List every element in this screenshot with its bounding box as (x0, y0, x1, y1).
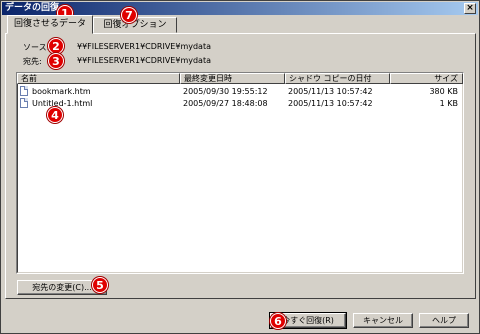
shadow-date-cell: 2005/11/13 10:57:42 (288, 99, 373, 108)
column-header-shadow-date[interactable]: シャドウ コピーの日付 (285, 73, 390, 84)
window-title: データの回復 (5, 3, 60, 13)
html-file-icon (20, 98, 28, 108)
cancel-button[interactable]: キャンセル (353, 313, 413, 328)
size-cell: 1 KB (439, 99, 458, 108)
html-file-icon (20, 86, 28, 96)
modified-cell: 2005/09/27 18:48:08 (183, 99, 268, 108)
file-name-cell: Untitled-1.html (17, 98, 180, 110)
source-label: ソース: (23, 43, 50, 52)
tab-restore-data[interactable]: 回復させるデータ (7, 15, 93, 34)
source-path: ¥¥FILESERVER1¥CDRIVE¥mydata (77, 42, 211, 51)
modified-cell: 2005/09/30 19:55:12 (183, 87, 268, 96)
list-item[interactable]: bookmark.htm 2005/09/30 19:55:12 2005/11… (17, 86, 463, 98)
file-name-cell: bookmark.htm (17, 86, 180, 98)
file-name: bookmark.htm (32, 87, 91, 96)
column-header-size[interactable]: サイズ (390, 73, 463, 84)
destination-label: 宛先: (23, 57, 42, 66)
column-header-modified[interactable]: 最終変更日時 (180, 73, 285, 84)
title-bar: データの回復 × (2, 2, 478, 15)
list-header: 名前 最終変更日時 シャドウ コピーの日付 サイズ (17, 73, 463, 84)
list-item[interactable]: Untitled-1.html 2005/09/27 18:48:08 2005… (17, 98, 463, 110)
file-list[interactable]: 名前 最終変更日時 シャドウ コピーの日付 サイズ bookmark.htm 2… (16, 72, 464, 274)
size-cell: 380 KB (429, 87, 458, 96)
destination-path: ¥¥FILESERVER1¥CDRIVE¥mydata (77, 56, 211, 65)
callout-badge-3: 3 (48, 53, 64, 69)
callout-badge-4: 4 (47, 107, 63, 123)
file-name: Untitled-1.html (32, 99, 93, 108)
callout-badge-2: 2 (48, 38, 64, 54)
callout-badge-7: 7 (121, 7, 137, 23)
callout-badge-5: 5 (92, 277, 108, 293)
shadow-date-cell: 2005/11/13 10:57:42 (288, 87, 373, 96)
column-header-name[interactable]: 名前 (17, 73, 180, 84)
callout-badge-6: 6 (270, 313, 286, 329)
help-button[interactable]: ヘルプ (419, 313, 469, 328)
restore-data-dialog: データの回復 × 回復させるデータ 回復オプション ソース: ¥¥FILESER… (0, 0, 480, 334)
close-button[interactable]: × (464, 3, 476, 14)
